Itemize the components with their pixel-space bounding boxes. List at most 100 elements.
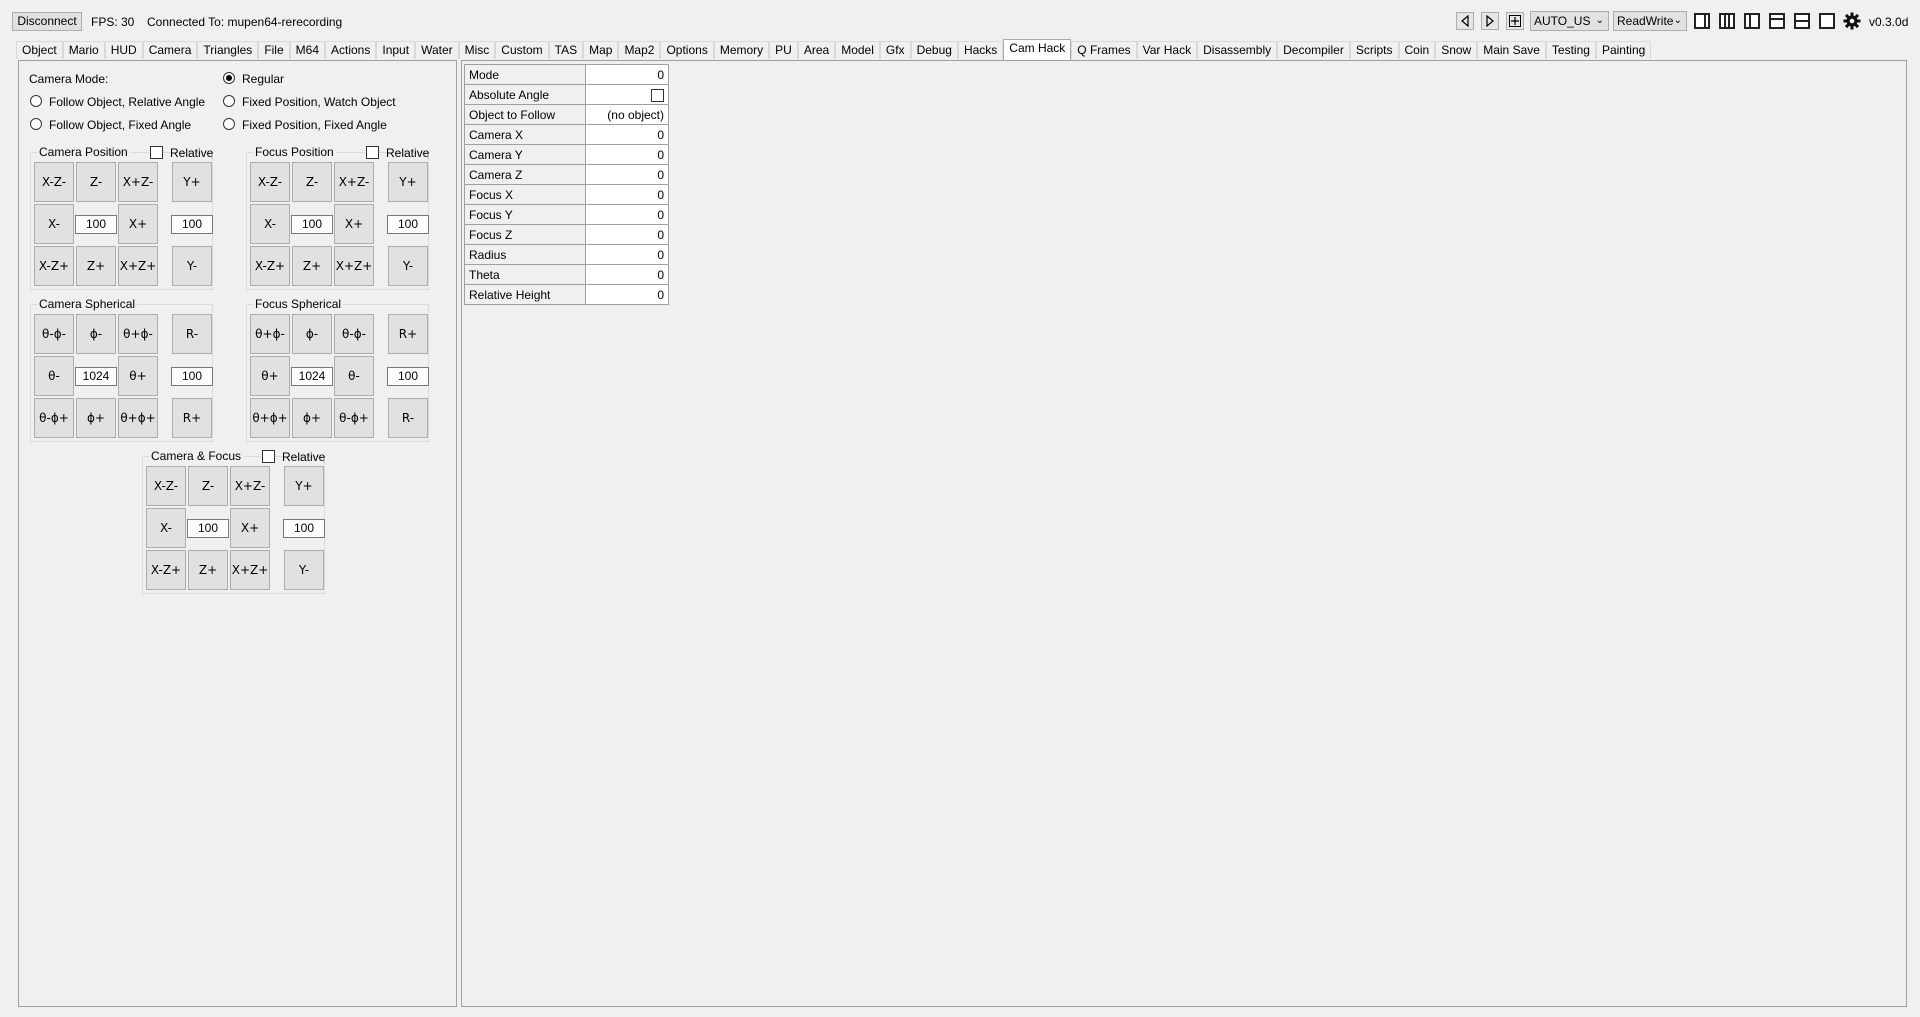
- tab-hud[interactable]: HUD: [104, 41, 143, 59]
- variable-value[interactable]: 0: [585, 184, 669, 205]
- focus-position-button-1[interactable]: Z-: [292, 162, 332, 202]
- camera-spherical-side-bottom-button[interactable]: R+: [172, 398, 212, 438]
- camera-position-side-top-button[interactable]: Y+: [172, 162, 212, 202]
- variable-value[interactable]: 0: [585, 284, 669, 305]
- variable-value[interactable]: [585, 84, 669, 105]
- camera-focus-side-bottom-button[interactable]: Y-: [284, 550, 324, 590]
- camera-spherical-side-input[interactable]: 100: [171, 367, 213, 386]
- tab-q-frames[interactable]: Q Frames: [1071, 41, 1137, 59]
- camera-spherical-button-1[interactable]: ϕ-: [76, 314, 116, 354]
- camera-spherical-button-0[interactable]: θ-ϕ-: [34, 314, 74, 354]
- camera-position-button-3[interactable]: X-: [34, 204, 74, 244]
- camera-focus-step-input[interactable]: 100: [187, 519, 229, 538]
- radio-follow-fixed[interactable]: [30, 118, 42, 130]
- radio-follow-relative[interactable]: [30, 95, 42, 107]
- camera-focus-button-5[interactable]: X-Z+: [146, 550, 186, 590]
- radio-fixed-watch[interactable]: [223, 95, 235, 107]
- gear-icon[interactable]: [1843, 12, 1861, 30]
- focus-spherical-button-5[interactable]: θ+ϕ+: [250, 398, 290, 438]
- camera-focus-side-top-button[interactable]: Y+: [284, 466, 324, 506]
- disconnect-button[interactable]: Disconnect: [12, 12, 82, 31]
- focus-spherical-step-input[interactable]: 1024: [291, 367, 333, 386]
- tab-camera[interactable]: Camera: [142, 41, 198, 59]
- focus-spherical-side-input[interactable]: 100: [387, 367, 429, 386]
- variable-value[interactable]: 0: [585, 144, 669, 165]
- focus-position-button-3[interactable]: X-: [250, 204, 290, 244]
- variable-value[interactable]: 0: [585, 164, 669, 185]
- tab-main-save[interactable]: Main Save: [1477, 41, 1546, 59]
- tab-map2[interactable]: Map2: [618, 41, 661, 59]
- camera-spherical-button-7[interactable]: θ+ϕ+: [118, 398, 158, 438]
- tab-custom[interactable]: Custom: [495, 41, 549, 59]
- camera-position-step-input[interactable]: 100: [75, 215, 117, 234]
- tab-gfx[interactable]: Gfx: [879, 41, 911, 59]
- tab-file[interactable]: File: [258, 41, 290, 59]
- focus-spherical-side-bottom-button[interactable]: R-: [388, 398, 428, 438]
- tab-actions[interactable]: Actions: [325, 41, 377, 59]
- variable-value[interactable]: (no object): [585, 104, 669, 125]
- camera-position-side-bottom-button[interactable]: Y-: [172, 246, 212, 286]
- tab-decompiler[interactable]: Decompiler: [1277, 41, 1350, 59]
- camera-position-button-4[interactable]: X+: [118, 204, 158, 244]
- tab-var-hack[interactable]: Var Hack: [1136, 41, 1198, 59]
- access-select[interactable]: ReadWrite ⌄: [1613, 11, 1687, 31]
- arrow-left-icon[interactable]: [1456, 12, 1474, 30]
- camera-position-button-2[interactable]: X+Z-: [118, 162, 158, 202]
- tab-area[interactable]: Area: [797, 41, 836, 59]
- focus-spherical-button-6[interactable]: ϕ+: [292, 398, 332, 438]
- focus-spherical-side-top-button[interactable]: R+: [388, 314, 428, 354]
- region-select[interactable]: AUTO_US ⌄: [1530, 11, 1609, 31]
- camera-position-button-7[interactable]: X+Z+: [118, 246, 158, 286]
- focus-position-relative-checkbox[interactable]: [366, 146, 379, 159]
- camera-position-relative-checkbox[interactable]: [150, 146, 163, 159]
- focus-position-button-4[interactable]: X+: [334, 204, 374, 244]
- variable-value[interactable]: 0: [585, 204, 669, 225]
- camera-focus-button-4[interactable]: X+: [230, 508, 270, 548]
- camera-spherical-button-4[interactable]: θ+: [118, 356, 158, 396]
- tab-tas[interactable]: TAS: [548, 41, 584, 59]
- focus-spherical-button-3[interactable]: θ+: [250, 356, 290, 396]
- tab-testing[interactable]: Testing: [1545, 41, 1596, 59]
- tab-hacks[interactable]: Hacks: [957, 41, 1004, 59]
- focus-position-side-input[interactable]: 100: [387, 215, 429, 234]
- plus-box-icon[interactable]: [1506, 12, 1524, 30]
- camera-focus-button-0[interactable]: X-Z-: [146, 466, 186, 506]
- focus-spherical-button-0[interactable]: θ+ϕ-: [250, 314, 290, 354]
- layout-split-horizontal-icon[interactable]: [1794, 13, 1810, 29]
- tab-object[interactable]: Object: [16, 41, 63, 59]
- focus-position-button-5[interactable]: X-Z+: [250, 246, 290, 286]
- tab-painting[interactable]: Painting: [1595, 41, 1652, 59]
- camera-position-button-5[interactable]: X-Z+: [34, 246, 74, 286]
- focus-spherical-button-2[interactable]: θ-ϕ-: [334, 314, 374, 354]
- layout-single-icon[interactable]: [1694, 13, 1710, 29]
- camera-spherical-button-2[interactable]: θ+ϕ-: [118, 314, 158, 354]
- camera-position-button-6[interactable]: Z+: [76, 246, 116, 286]
- tab-mario[interactable]: Mario: [62, 41, 105, 59]
- camera-spherical-button-6[interactable]: ϕ+: [76, 398, 116, 438]
- tab-memory[interactable]: Memory: [713, 41, 770, 59]
- camera-focus-button-6[interactable]: Z+: [188, 550, 228, 590]
- camera-position-side-input[interactable]: 100: [171, 215, 213, 234]
- tab-triangles[interactable]: Triangles: [197, 41, 259, 59]
- radio-fixed-fixed[interactable]: [223, 118, 235, 130]
- camera-position-button-0[interactable]: X-Z-: [34, 162, 74, 202]
- tab-debug[interactable]: Debug: [910, 41, 958, 59]
- radio-regular[interactable]: [223, 72, 235, 84]
- camera-focus-button-1[interactable]: Z-: [188, 466, 228, 506]
- variable-value[interactable]: 0: [585, 264, 669, 285]
- camera-spherical-step-input[interactable]: 1024: [75, 367, 117, 386]
- camera-focus-button-7[interactable]: X+Z+: [230, 550, 270, 590]
- layout-full-icon[interactable]: [1819, 13, 1835, 29]
- camera-spherical-button-5[interactable]: θ-ϕ+: [34, 398, 74, 438]
- tab-coin[interactable]: Coin: [1398, 41, 1436, 59]
- tab-options[interactable]: Options: [660, 41, 714, 59]
- layout-dual-icon[interactable]: [1719, 13, 1735, 29]
- camera-focus-button-3[interactable]: X-: [146, 508, 186, 548]
- tab-input[interactable]: Input: [376, 41, 416, 59]
- absolute-angle-checkbox[interactable]: [651, 88, 664, 102]
- focus-position-step-input[interactable]: 100: [291, 215, 333, 234]
- focus-position-button-0[interactable]: X-Z-: [250, 162, 290, 202]
- tab-water[interactable]: Water: [415, 41, 459, 59]
- tab-map[interactable]: Map: [583, 41, 619, 59]
- tab-model[interactable]: Model: [835, 41, 880, 59]
